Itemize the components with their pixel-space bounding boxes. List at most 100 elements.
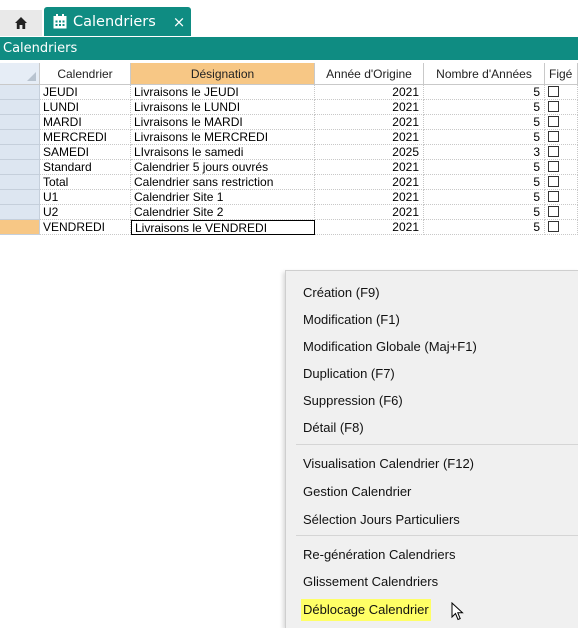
- cell-nombre[interactable]: 3: [424, 145, 545, 160]
- fige-checkbox[interactable]: [548, 86, 559, 97]
- column-header-nombre[interactable]: Nombre d'Années: [424, 63, 545, 85]
- table-row[interactable]: MERCREDI Livraisons le MERCREDI 2021 5: [0, 130, 578, 145]
- cell-fige[interactable]: [545, 115, 578, 130]
- cell-fige[interactable]: [545, 205, 578, 220]
- cell-fige[interactable]: [545, 85, 578, 100]
- table-row[interactable]: SAMEDI LIvraisons le samedi 2025 3: [0, 145, 578, 160]
- menu-item-glissement-calendriers[interactable]: Glissement Calendriers: [301, 571, 440, 593]
- cell-designation[interactable]: Calendrier Site 2: [131, 205, 315, 220]
- home-tab[interactable]: [0, 10, 42, 36]
- cell-fige[interactable]: [545, 100, 578, 115]
- cell-designation[interactable]: Livraisons le MERCREDI: [131, 130, 315, 145]
- fige-checkbox[interactable]: [548, 161, 559, 172]
- fige-checkbox[interactable]: [548, 206, 559, 217]
- fige-checkbox[interactable]: [548, 116, 559, 127]
- table-row[interactable]: U2 Calendrier Site 2 2021 5: [0, 205, 578, 220]
- column-header-annee[interactable]: Année d'Origine: [315, 63, 424, 85]
- cell-annee[interactable]: 2021: [315, 130, 424, 145]
- cell-annee[interactable]: 2025: [315, 145, 424, 160]
- fige-checkbox[interactable]: [548, 191, 559, 202]
- cell-nombre[interactable]: 5: [424, 205, 545, 220]
- cell-code[interactable]: SAMEDI: [40, 145, 131, 160]
- row-header[interactable]: [0, 130, 40, 145]
- grid-corner-header[interactable]: [0, 63, 40, 85]
- cell-annee[interactable]: 2021: [315, 205, 424, 220]
- tab-calendriers[interactable]: Calendriers ×: [44, 7, 191, 36]
- table-row[interactable]: VENDREDI Livraisons le VENDREDI 2021 5: [0, 220, 578, 235]
- fige-checkbox[interactable]: [548, 131, 559, 142]
- row-header[interactable]: [0, 85, 40, 100]
- menu-item-re-generation-calendriers[interactable]: Re-génération Calendriers: [301, 544, 457, 566]
- row-header[interactable]: [0, 160, 40, 175]
- cell-designation[interactable]: Livraisons le VENDREDI: [131, 220, 315, 235]
- row-header[interactable]: [0, 145, 40, 160]
- fige-checkbox[interactable]: [548, 221, 559, 232]
- cell-designation[interactable]: Calendrier sans restriction: [131, 175, 315, 190]
- cell-nombre[interactable]: 5: [424, 100, 545, 115]
- cell-code[interactable]: Total: [40, 175, 131, 190]
- cell-annee[interactable]: 2021: [315, 175, 424, 190]
- cell-fige[interactable]: [545, 130, 578, 145]
- cell-annee[interactable]: 2021: [315, 160, 424, 175]
- cell-fige[interactable]: [545, 160, 578, 175]
- cell-nombre[interactable]: 5: [424, 115, 545, 130]
- cell-code[interactable]: VENDREDI: [40, 220, 131, 235]
- row-header[interactable]: [0, 220, 40, 235]
- cell-fige[interactable]: [545, 145, 578, 160]
- cell-nombre[interactable]: 5: [424, 190, 545, 205]
- menu-item-visualisation-calendrier[interactable]: Visualisation Calendrier (F12): [301, 453, 476, 475]
- menu-item-creation[interactable]: Création (F9): [301, 282, 382, 304]
- cell-nombre[interactable]: 5: [424, 175, 545, 190]
- cell-designation[interactable]: Calendrier 5 jours ouvrés: [131, 160, 315, 175]
- fige-checkbox[interactable]: [548, 146, 559, 157]
- fige-checkbox[interactable]: [548, 101, 559, 112]
- cell-annee[interactable]: 2021: [315, 190, 424, 205]
- cell-designation[interactable]: Livraisons le LUNDI: [131, 100, 315, 115]
- column-header-fige[interactable]: Figé: [545, 63, 578, 85]
- cell-annee[interactable]: 2021: [315, 220, 424, 235]
- column-header-code[interactable]: Calendrier: [40, 63, 131, 85]
- fige-checkbox[interactable]: [548, 176, 559, 187]
- row-header[interactable]: [0, 115, 40, 130]
- row-header[interactable]: [0, 190, 40, 205]
- menu-item-duplication[interactable]: Duplication (F7): [301, 363, 397, 385]
- cell-designation[interactable]: Livraisons le MARDI: [131, 115, 315, 130]
- cell-code[interactable]: JEUDI: [40, 85, 131, 100]
- cell-annee[interactable]: 2021: [315, 100, 424, 115]
- cell-code[interactable]: U1: [40, 190, 131, 205]
- table-row[interactable]: Total Calendrier sans restriction 2021 5: [0, 175, 578, 190]
- cell-code[interactable]: MARDI: [40, 115, 131, 130]
- table-row[interactable]: U1 Calendrier Site 1 2021 5: [0, 190, 578, 205]
- cell-fige[interactable]: [545, 175, 578, 190]
- cell-designation[interactable]: LIvraisons le samedi: [131, 145, 315, 160]
- cell-annee[interactable]: 2021: [315, 115, 424, 130]
- table-row[interactable]: MARDI Livraisons le MARDI 2021 5: [0, 115, 578, 130]
- cell-designation[interactable]: Livraisons le JEUDI: [131, 85, 315, 100]
- row-header[interactable]: [0, 100, 40, 115]
- row-header[interactable]: [0, 175, 40, 190]
- menu-item-modification[interactable]: Modification (F1): [301, 309, 402, 331]
- cell-code[interactable]: LUNDI: [40, 100, 131, 115]
- cell-code[interactable]: MERCREDI: [40, 130, 131, 145]
- table-row[interactable]: LUNDI Livraisons le LUNDI 2021 5: [0, 100, 578, 115]
- cell-nombre[interactable]: 5: [424, 85, 545, 100]
- table-row[interactable]: Standard Calendrier 5 jours ouvrés 2021 5: [0, 160, 578, 175]
- cell-fige[interactable]: [545, 220, 578, 235]
- cell-nombre[interactable]: 5: [424, 130, 545, 145]
- cell-annee[interactable]: 2021: [315, 85, 424, 100]
- close-icon[interactable]: ×: [173, 13, 186, 31]
- cell-nombre[interactable]: 5: [424, 220, 545, 235]
- cell-designation[interactable]: Calendrier Site 1: [131, 190, 315, 205]
- menu-item-deblocage-calendrier[interactable]: Déblocage Calendrier: [301, 599, 431, 621]
- cell-fige[interactable]: [545, 190, 578, 205]
- cell-nombre[interactable]: 5: [424, 160, 545, 175]
- menu-item-detail[interactable]: Détail (F8): [301, 417, 366, 439]
- table-row[interactable]: JEUDI Livraisons le JEUDI 2021 5: [0, 85, 578, 100]
- menu-item-selection-jours-particuliers[interactable]: Sélection Jours Particuliers: [301, 509, 462, 531]
- cell-code[interactable]: U2: [40, 205, 131, 220]
- menu-item-gestion-calendrier[interactable]: Gestion Calendrier: [301, 481, 413, 503]
- menu-item-modification-globale[interactable]: Modification Globale (Maj+F1): [301, 336, 479, 358]
- row-header[interactable]: [0, 205, 40, 220]
- cell-code[interactable]: Standard: [40, 160, 131, 175]
- column-header-designation[interactable]: Désignation: [131, 63, 315, 85]
